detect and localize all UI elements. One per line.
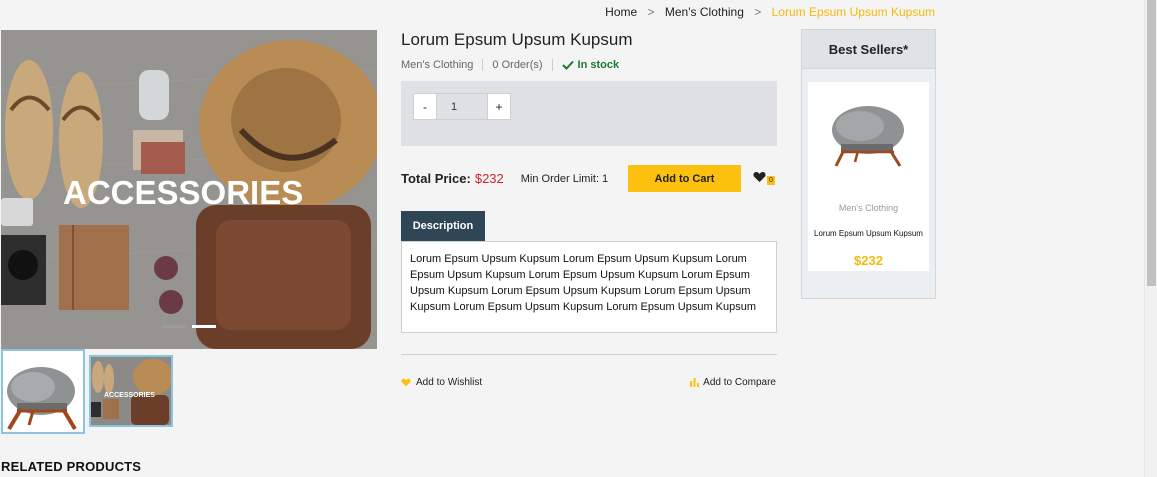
main-product-image[interactable]: ACCESSORIES xyxy=(1,30,377,349)
breadcrumb: Home > Men's Clothing > Lorum Epsum Upsu… xyxy=(605,5,935,19)
related-products-title: RELATED PRODUCTS xyxy=(1,459,142,474)
divider xyxy=(482,59,484,71)
heart-icon xyxy=(401,378,411,387)
stock-status: In stock xyxy=(561,59,620,71)
description-text: Lorum Epsum Upsum Kupsum Lorum Epsum Ups… xyxy=(401,241,777,333)
best-seller-name[interactable]: Lorum Epsum Upsum Kupsum xyxy=(808,229,929,238)
best-seller-price: $232 xyxy=(854,253,883,268)
product-title: Lorum Epsum Upsum Kupsum xyxy=(401,30,633,49)
quantity-stepper: - + xyxy=(413,93,511,120)
bar-chart-icon xyxy=(690,378,700,387)
product-meta: Men's Clothing 0 Order(s) In stock xyxy=(401,59,619,71)
divider xyxy=(551,59,553,71)
add-to-compare-link[interactable]: Add to Compare xyxy=(690,377,776,388)
best-seller-image[interactable] xyxy=(808,82,929,192)
thumbnail-accessories[interactable]: ACCESSORIES xyxy=(89,355,173,427)
product-category: Men's Clothing xyxy=(401,59,474,71)
total-price-label: Total Price: xyxy=(401,171,471,186)
thumb-accessories-text: ACCESSORIES xyxy=(104,392,155,399)
total-row: Total Price: $232 Min Order Limit: 1 Add… xyxy=(401,165,777,192)
breadcrumb-separator: > xyxy=(647,5,655,19)
check-icon xyxy=(561,60,574,70)
best-sellers-panel: Best Sellers* Men's Clothing Lorum Epsum… xyxy=(801,29,936,299)
divider xyxy=(401,354,777,355)
quantity-panel: - + xyxy=(401,81,777,146)
add-to-wishlist-label: Add to Wishlist xyxy=(416,377,483,388)
quantity-input[interactable] xyxy=(437,93,487,120)
stock-label: In stock xyxy=(577,59,620,71)
best-seller-card[interactable]: Men's Clothing Lorum Epsum Upsum Kupsum … xyxy=(808,82,929,271)
slider-dot-active[interactable] xyxy=(192,325,216,328)
add-to-compare-label: Add to Compare xyxy=(703,377,776,388)
quantity-increase-button[interactable]: + xyxy=(487,93,511,120)
add-to-cart-button[interactable]: Add to Cart xyxy=(628,165,741,192)
breadcrumb-current: Lorum Epsum Upsum Kupsum xyxy=(771,5,935,19)
slider-dot[interactable] xyxy=(162,325,186,328)
heart-icon[interactable] xyxy=(753,171,766,183)
min-order-limit: Min Order Limit: 1 xyxy=(520,172,609,185)
tab-description[interactable]: Description xyxy=(401,211,485,241)
quantity-decrease-button[interactable]: - xyxy=(413,93,437,120)
breadcrumb-home-link[interactable]: Home xyxy=(605,5,637,19)
breadcrumb-separator: > xyxy=(754,5,762,19)
wishlist-count-badge: 0 xyxy=(767,176,775,185)
scrollbar-thumb[interactable] xyxy=(1147,0,1156,286)
breadcrumb-category-link[interactable]: Men's Clothing xyxy=(665,5,744,19)
product-orders: 0 Order(s) xyxy=(492,59,543,71)
thumbnail-chair[interactable] xyxy=(1,349,85,434)
slider-dots xyxy=(162,325,216,328)
total-price-value: $232 xyxy=(474,171,504,186)
page-scrollbar[interactable] xyxy=(1144,0,1157,477)
best-sellers-title: Best Sellers* xyxy=(802,30,935,69)
add-to-wishlist-link[interactable]: Add to Wishlist xyxy=(401,377,482,388)
accessories-text: ACCESSORIES xyxy=(63,174,303,211)
best-seller-category: Men's Clothing xyxy=(838,203,899,213)
